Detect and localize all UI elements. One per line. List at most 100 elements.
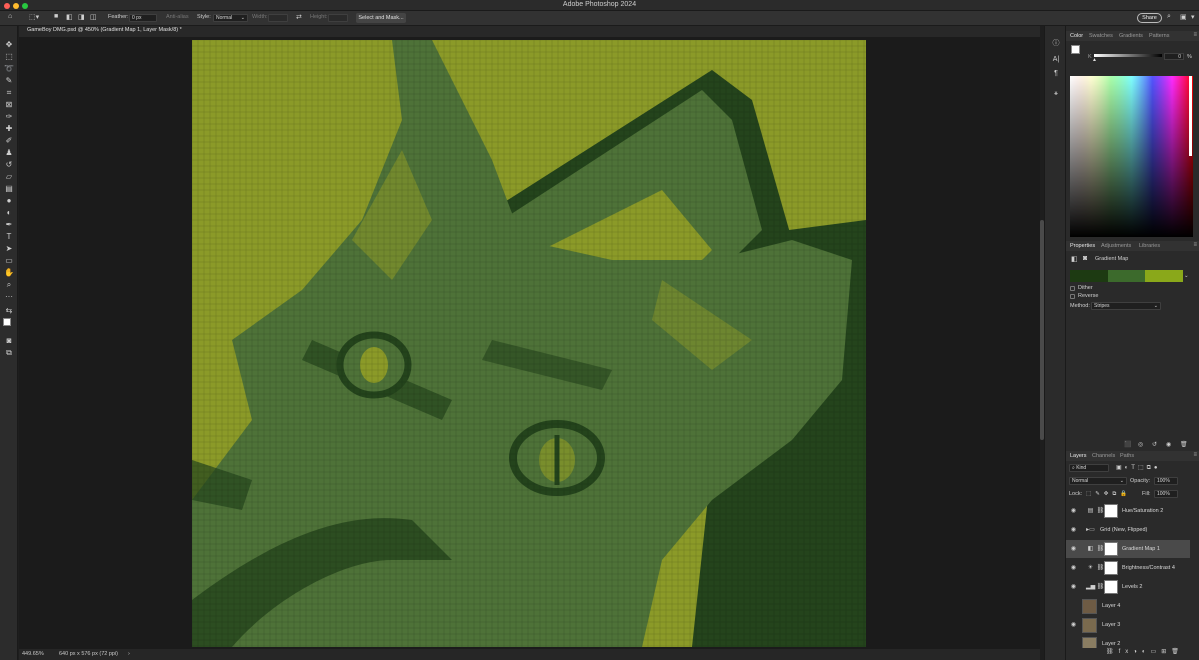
layer-mask-thumbnail[interactable]	[1104, 542, 1118, 556]
levels-icon[interactable]: ▂▅	[1086, 583, 1095, 591]
layer-thumbnail[interactable]	[1082, 637, 1097, 648]
visibility-eye-icon[interactable]: ◉	[1070, 545, 1077, 552]
layer-name[interactable]: Layer 2	[1102, 641, 1120, 647]
layer-name[interactable]: Gradient Map 1	[1122, 546, 1160, 552]
document-tab[interactable]: GameBoy DMG.psd @ 450% (Gradient Map 1, …	[27, 27, 182, 33]
antialias-checkbox[interactable]: Anti-alias	[166, 14, 189, 20]
hand-tool-icon[interactable]: ✋	[4, 268, 14, 278]
opacity-input[interactable]: 100%	[1154, 477, 1178, 485]
visibility-icon[interactable]: ◉	[1166, 441, 1171, 448]
layer-thumbnail[interactable]	[1082, 618, 1097, 633]
more-tools-icon[interactable]: ···	[4, 292, 14, 302]
clone-stamp-tool-icon[interactable]: ♟	[4, 148, 14, 158]
layer-mask-thumbnail[interactable]	[1104, 504, 1118, 518]
layer-row[interactable]: ◉ Layer 3	[1066, 616, 1190, 634]
swap-colors-icon[interactable]: ⇆	[4, 306, 14, 316]
visibility-eye-icon[interactable]: ◉	[1070, 507, 1077, 514]
layer-name[interactable]: Hue/Saturation 2	[1122, 508, 1163, 514]
paragraph-icon[interactable]: ¶	[1051, 70, 1061, 77]
hue-sat-icon[interactable]: ▤	[1086, 507, 1095, 515]
gradient-dropdown-icon[interactable]: ⌄	[1184, 273, 1189, 279]
blend-mode-select[interactable]: Normal ⌄	[1069, 477, 1127, 485]
history-brush-tool-icon[interactable]: ↺	[4, 160, 14, 170]
workspace-icon[interactable]: ▣	[1180, 13, 1187, 21]
intersect-selection-icon[interactable]: ◫	[90, 13, 97, 21]
method-select[interactable]: Stripes ⌄	[1091, 302, 1161, 310]
zoom-tool-icon[interactable]: ⌕	[4, 280, 14, 290]
screen-mode-icon[interactable]: ⧉	[4, 348, 14, 358]
crop-tool-icon[interactable]: ⌗	[4, 88, 14, 98]
layer-name[interactable]: Grid (New, Flipped)	[1100, 527, 1147, 533]
layer-row[interactable]: ◉ ☀ ⛓ Brightness/Contrast 4	[1066, 559, 1190, 577]
new-selection-icon[interactable]: ■	[54, 13, 58, 20]
layer-mask-icon[interactable]: ◙	[1083, 255, 1087, 262]
clip-to-layer-icon[interactable]: ⬛	[1124, 441, 1131, 448]
style-select[interactable]: Normal ⌄	[213, 14, 248, 22]
glyphs-icon[interactable]: ⚹	[1051, 90, 1061, 98]
layers-footer-icons[interactable]: ⛓fx◑◐▭⊞🗑	[1106, 648, 1196, 658]
layer-name[interactable]: Brightness/Contrast 4	[1122, 565, 1175, 571]
pen-tool-icon[interactable]: ✒	[4, 220, 14, 230]
gradient-preview[interactable]	[1070, 270, 1184, 282]
marquee-tool-preset-icon[interactable]: ⬚▾	[29, 13, 39, 21]
reverse-checkbox[interactable]	[1070, 294, 1075, 299]
foreground-color-swatch[interactable]	[3, 318, 11, 326]
tab-layers[interactable]: Layers	[1070, 453, 1087, 459]
dodge-tool-icon[interactable]: ◐	[4, 208, 14, 218]
workspace-menu-icon[interactable]: ▾	[1191, 13, 1195, 21]
layer-filter-icons[interactable]: ▣◐T⬚⧉●	[1116, 464, 1161, 472]
brightness-icon[interactable]: ☀	[1086, 564, 1095, 572]
layer-row[interactable]: ◉ ◧ ⛓ Gradient Map 1	[1066, 540, 1190, 558]
folder-icon[interactable]: ▸▭	[1086, 526, 1095, 534]
layer-mask-thumbnail[interactable]	[1104, 561, 1118, 575]
frame-tool-icon[interactable]: ⊠	[4, 100, 14, 110]
subtract-selection-icon[interactable]: ◨	[78, 13, 85, 21]
color-spectrum-picker[interactable]	[1070, 76, 1193, 237]
marquee-tool-icon[interactable]: ⬚	[4, 52, 14, 62]
k-slider[interactable]	[1094, 54, 1162, 57]
tab-channels[interactable]: Channels	[1092, 453, 1115, 459]
layer-thumbnail[interactable]	[1082, 599, 1097, 614]
tab-paths[interactable]: Paths	[1120, 453, 1134, 459]
trash-icon[interactable]: 🗑	[1180, 441, 1188, 448]
dither-checkbox[interactable]	[1070, 286, 1075, 291]
tab-patterns[interactable]: Patterns	[1149, 33, 1169, 39]
view-previous-state-icon[interactable]: ◎	[1138, 441, 1143, 448]
visibility-eye-icon[interactable]: ◉	[1070, 564, 1077, 571]
info-icon[interactable]: ⓘ	[1051, 38, 1061, 48]
layer-name[interactable]: Layer 4	[1102, 603, 1120, 609]
blur-tool-icon[interactable]: ●	[4, 196, 14, 206]
eraser-tool-icon[interactable]: ▱	[4, 172, 14, 182]
lasso-tool-icon[interactable]: ➰	[4, 64, 14, 74]
layer-row[interactable]: ◉ ▤ ⛓ Hue/Saturation 2	[1066, 502, 1190, 520]
layer-row[interactable]: Layer 4	[1066, 597, 1190, 615]
height-input[interactable]	[328, 14, 348, 22]
filter-kind-select[interactable]: ⌕ Kind	[1069, 464, 1109, 472]
add-selection-icon[interactable]: ◧	[66, 13, 73, 21]
zoom-level[interactable]: 449.65%	[22, 651, 44, 657]
search-icon[interactable]: ⌕	[1167, 13, 1171, 21]
layer-name[interactable]: Layer 3	[1102, 622, 1120, 628]
character-icon[interactable]: A|	[1051, 56, 1061, 63]
lock-icons[interactable]: ⬚✎✥⧉🔒	[1086, 491, 1131, 498]
slider-handle-icon[interactable]: ▲	[1092, 57, 1097, 63]
select-and-mask-button[interactable]: Select and Mask...	[356, 13, 406, 23]
rectangle-tool-icon[interactable]: ▭	[4, 256, 14, 266]
layer-row[interactable]: ◉ ▸▭ Grid (New, Flipped)	[1066, 521, 1190, 539]
visibility-eye-icon[interactable]: ◉	[1070, 526, 1077, 533]
document-canvas[interactable]	[192, 40, 866, 647]
visibility-eye-icon[interactable]: ◉	[1070, 621, 1077, 628]
reset-icon[interactable]: ↺	[1152, 441, 1157, 448]
type-tool-icon[interactable]: T	[4, 232, 14, 242]
quick-selection-tool-icon[interactable]: ✎	[4, 76, 14, 86]
layer-mask-thumbnail[interactable]	[1104, 580, 1118, 594]
width-input[interactable]	[268, 14, 288, 22]
share-button[interactable]: Share	[1137, 13, 1162, 23]
layer-row[interactable]: Layer 2	[1066, 635, 1190, 648]
tab-properties[interactable]: Properties	[1070, 243, 1095, 249]
panel-menu-icon[interactable]: ≡	[1193, 242, 1197, 248]
tab-color[interactable]: Color	[1070, 33, 1083, 39]
move-tool-icon[interactable]: ✥	[4, 40, 14, 50]
healing-brush-tool-icon[interactable]: ✚	[4, 124, 14, 134]
tab-libraries[interactable]: Libraries	[1139, 243, 1160, 249]
